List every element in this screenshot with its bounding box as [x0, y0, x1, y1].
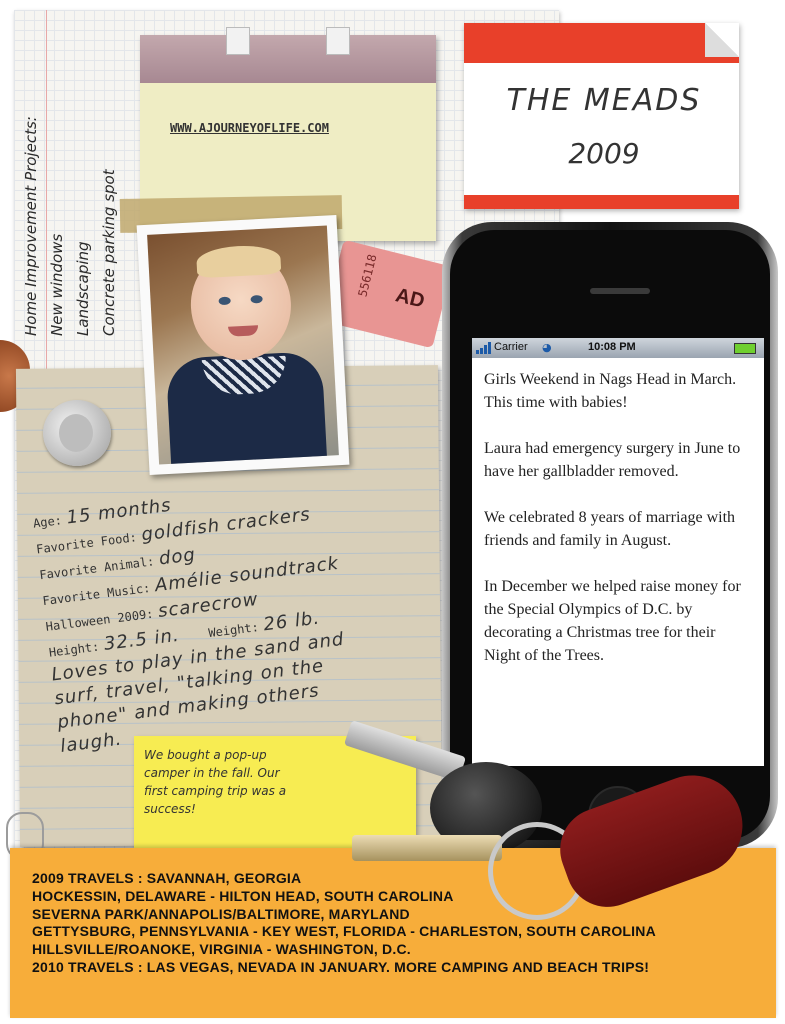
sticky-line: first camping trip was a	[144, 784, 287, 798]
iphone-screen: Carrier ◕ 10:08 PM Girls Weekend in Nags…	[472, 338, 764, 766]
calendar-header	[140, 27, 436, 83]
home-project-item: Concrete parking spot	[100, 169, 118, 336]
status-bar: Carrier ◕ 10:08 PM	[472, 338, 764, 358]
wifi-icon: ◕	[542, 341, 552, 354]
year: 2009	[568, 137, 640, 170]
home-projects-list: Home Improvement Projects: New windows L…	[18, 40, 118, 340]
fact-value: 26 lb.	[262, 607, 322, 636]
home-project-item: Landscaping	[74, 241, 92, 336]
family-name: THE MEADS	[506, 83, 702, 118]
loves-line: laugh.	[59, 728, 124, 757]
name-label-card: THE MEADS 2009	[464, 23, 739, 209]
label-bottom-band	[464, 195, 739, 209]
status-time: 10:08 PM	[588, 341, 636, 353]
fact-label: Age:	[32, 513, 63, 531]
sticky-line: We bought a pop-up	[144, 748, 267, 762]
screen-text: Girls Weekend in Nags Head in March. Thi…	[484, 368, 754, 690]
screen-paragraph: Laura had emergency surgery in June to h…	[484, 440, 741, 480]
baby-hair	[195, 243, 282, 279]
speaker-icon	[590, 288, 650, 294]
travel-line: 2010 TRAVELS : LAS VEGAS, NEVADA IN JANU…	[32, 958, 650, 975]
iphone-face: Carrier ◕ 10:08 PM Girls Weekend in Nags…	[450, 230, 770, 846]
ticket-admit: AD	[393, 284, 427, 313]
sticky-line: camper in the fall. Our	[144, 766, 280, 780]
sticky-line: success!	[144, 802, 196, 816]
travel-line: GETTYSBURG, PENNSYLVANIA - KEY WEST, FLO…	[32, 923, 656, 940]
fact-label: Weight:	[207, 620, 260, 641]
carrier-label: Carrier	[494, 341, 528, 353]
binder-ring-icon	[326, 27, 350, 55]
binder-ring-icon	[226, 27, 250, 55]
photo-image	[147, 225, 339, 465]
travel-line: HILLSVILLE/ROANOKE, VIRGINIA - WASHINGTO…	[32, 941, 411, 958]
dime-portrait	[59, 414, 93, 452]
page-curl-icon	[705, 23, 739, 57]
battery-icon	[734, 343, 756, 354]
baby-facts: Age: 15 months Favorite Food: goldfish c…	[28, 432, 469, 760]
website-link[interactable]: WWW.AJOURNEYOFLIFE.COM	[170, 121, 329, 135]
label-top-band	[464, 23, 739, 63]
baby-photo	[136, 214, 350, 476]
home-projects-title: Home Improvement Projects:	[22, 116, 40, 336]
screen-paragraph: In December we helped raise money for th…	[484, 578, 741, 664]
screen-paragraph: We celebrated 8 years of marriage with f…	[484, 509, 736, 549]
screen-paragraph: Girls Weekend in Nags Head in March. Thi…	[484, 371, 737, 411]
fact-label: Height:	[48, 639, 101, 660]
fact-value: dog	[157, 544, 197, 570]
iphone: Carrier ◕ 10:08 PM Girls Weekend in Nags…	[442, 222, 778, 848]
home-project-item: New windows	[48, 233, 66, 336]
dime-icon	[43, 400, 111, 466]
brass-key-icon	[352, 835, 502, 861]
ticket-number: 556118	[355, 252, 380, 299]
signal-icon	[476, 342, 492, 354]
